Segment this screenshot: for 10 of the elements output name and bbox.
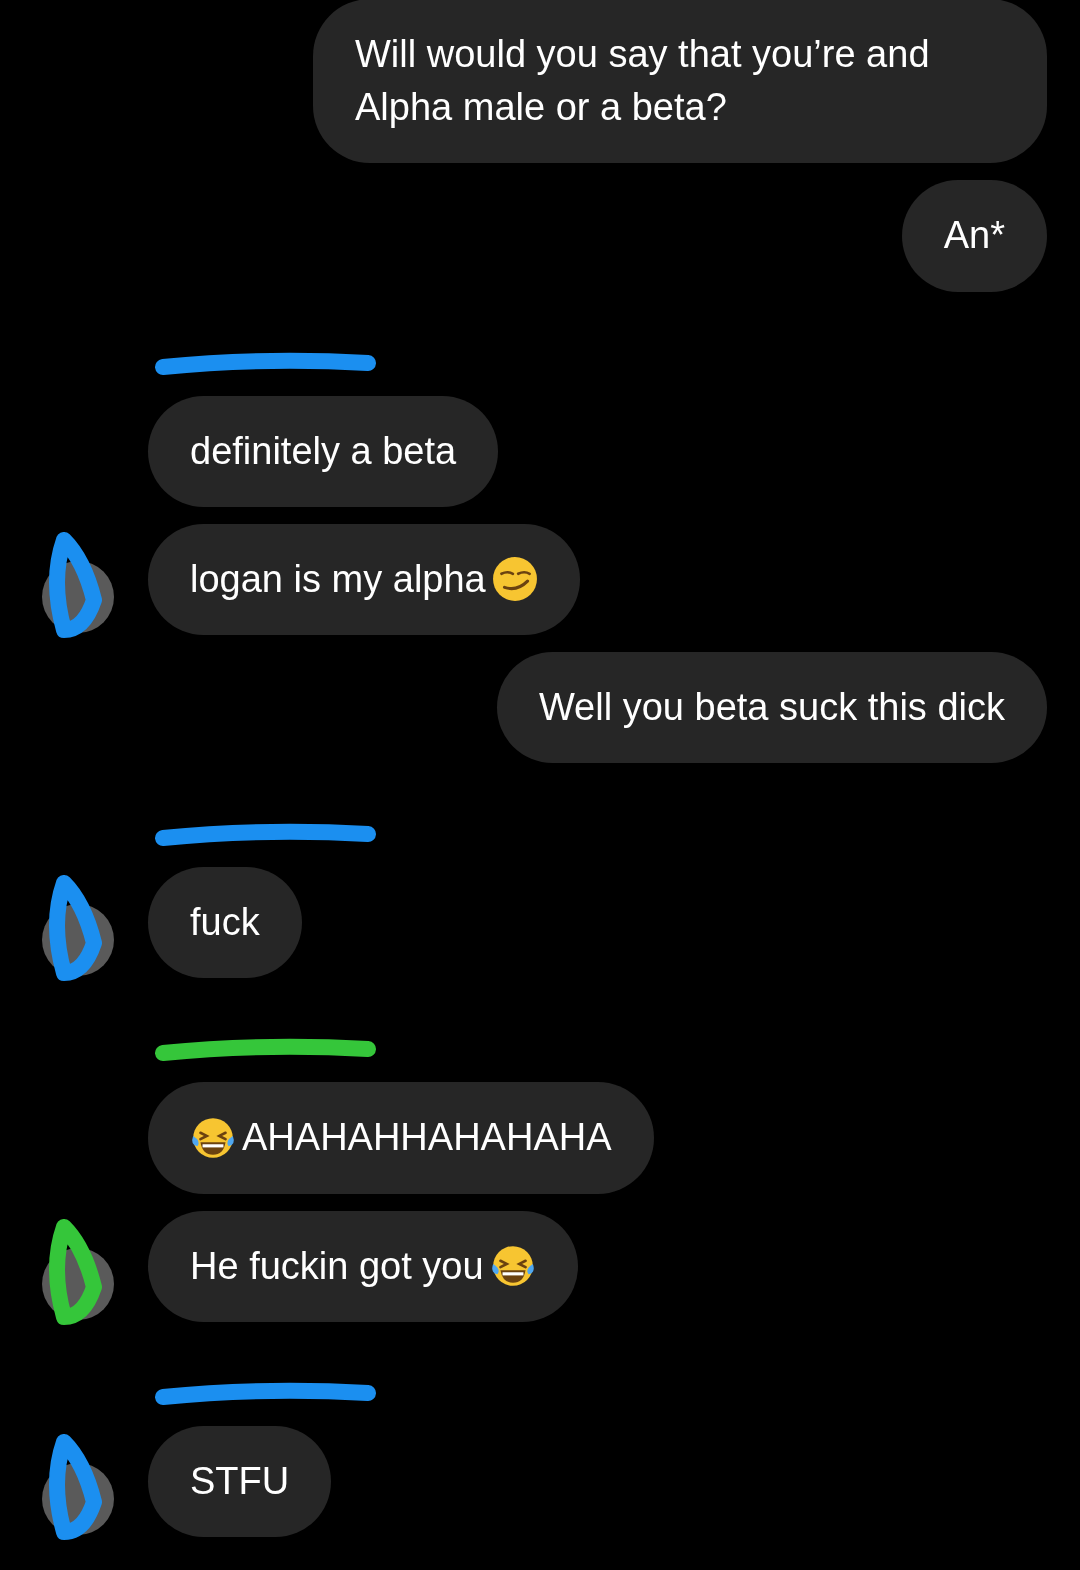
message-bubble: He fuckin got you	[148, 1210, 578, 1322]
message-bubble: Will would you say that you’re and Alpha male or a beta?	[313, 0, 1047, 164]
message-bubble: logan is my alpha	[148, 523, 580, 635]
message-bubble: definitely a beta	[148, 395, 499, 507]
message-bubble: fuck	[148, 867, 302, 979]
message-bubble: Well you beta suck this dick	[496, 651, 1047, 764]
message-bubble: An*	[901, 180, 1047, 292]
message-bubble: AHAHAHHAHAHAHA	[148, 1082, 654, 1194]
message-bubble: STFU	[148, 1425, 332, 1537]
smirk-emoji-icon	[491, 556, 538, 603]
